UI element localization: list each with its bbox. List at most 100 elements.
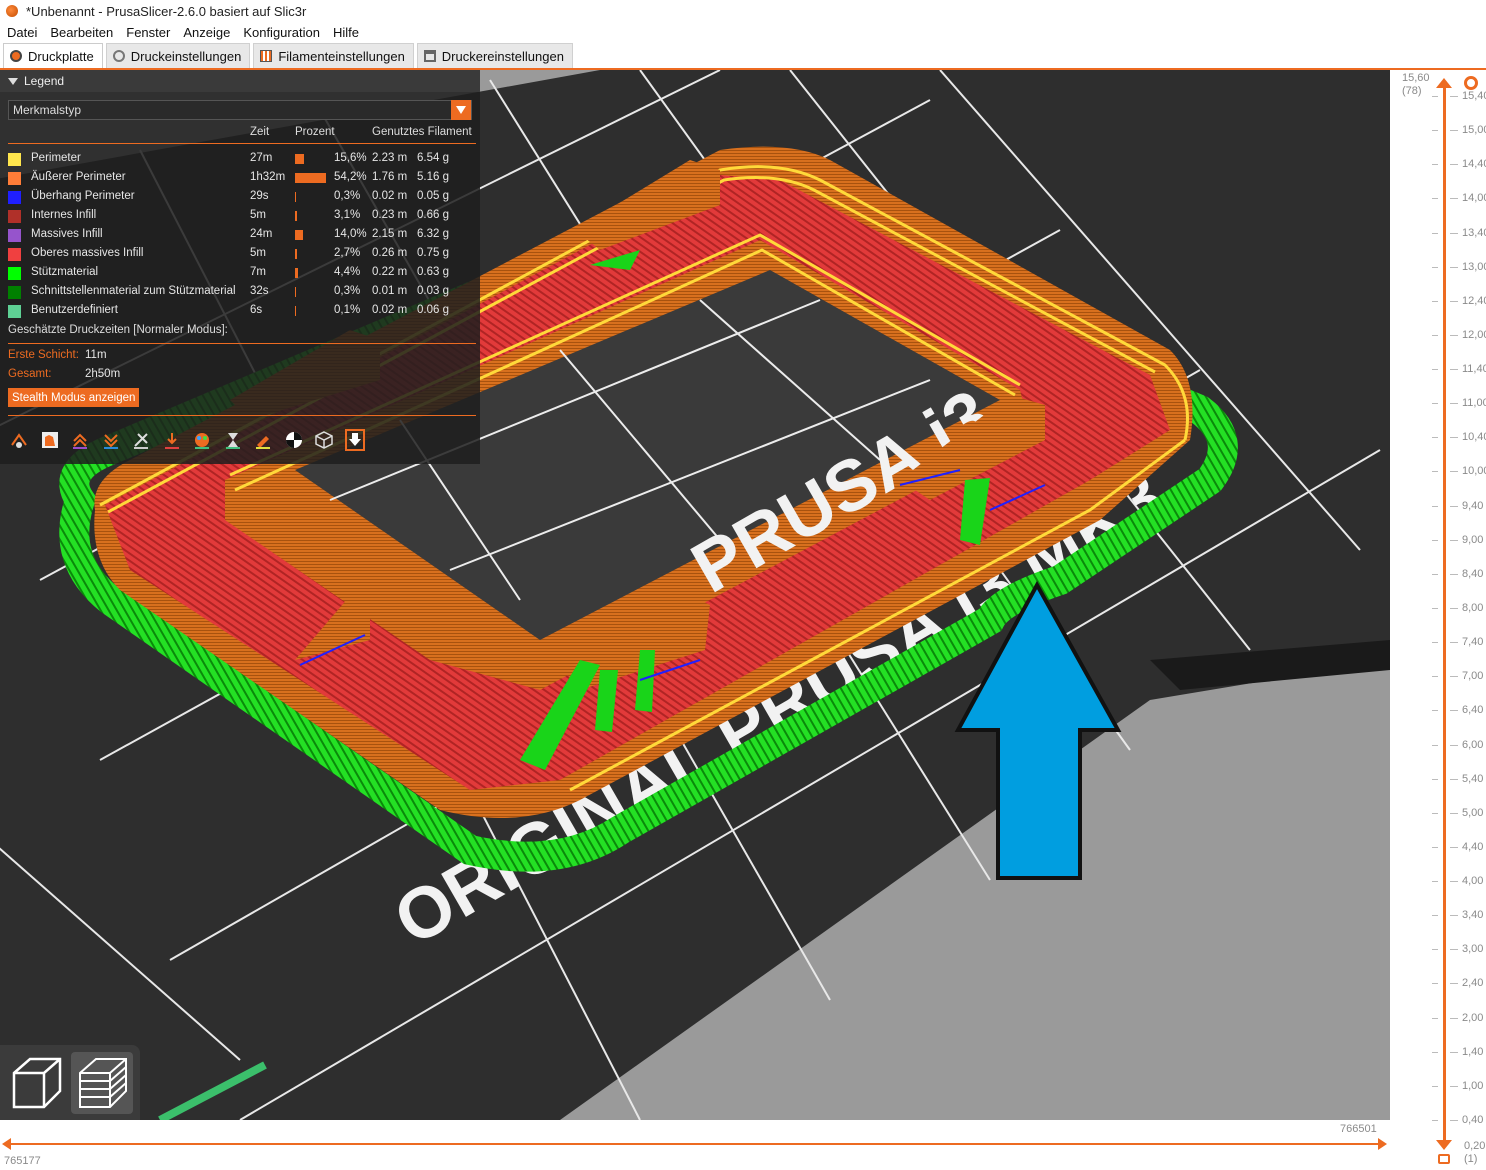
first-layer-value: 11m [85,349,107,361]
layer-slider[interactable]: 15,60 (78) 15,40 15,00 14,40 14,00 13,40 13,0… [1390,70,1486,1170]
menu-hilfe[interactable]: Hilfe [333,25,359,40]
filament-weight: 0.05 g [417,190,449,202]
settings-cog-icon[interactable] [1464,76,1478,90]
slider-top-thumb-icon[interactable] [1436,78,1452,88]
filament-weight: 0.66 g [417,209,449,221]
tab-druckeinstellungen[interactable]: Druckeinstellungen [105,43,251,68]
legend-header[interactable]: Legend [0,70,480,92]
tab-label: Druckereinstellungen [441,48,564,64]
layer-tick-mark [1432,266,1438,268]
legend-row[interactable]: Stützmaterial 7m 4,4% 0.22 m 0.63 g [8,264,478,283]
feature-time: 24m [250,228,273,240]
percent-bar [295,287,296,297]
color-swatch [8,229,21,242]
custom-gcode-icon[interactable] [252,429,274,451]
feature-name: Schnittstellenmaterial zum Stützmaterial [31,285,236,297]
filament-weight: 5.16 g [417,171,449,183]
legend-row[interactable]: Benutzerdefiniert 6s 0,1% 0.02 m 0.06 g [8,302,478,321]
wipe-icon[interactable] [39,429,61,451]
lock-icon[interactable] [1438,1154,1450,1164]
layer-tick-label: 7,00 [1462,670,1484,683]
layer-tick-mark [1432,369,1438,371]
layer-tick-mark [1432,608,1438,609]
tool-changes-icon[interactable] [161,429,183,451]
layer-tick-mark [1450,915,1458,917]
layer-tick-mark [1450,96,1458,97]
layer-tick-mark [1432,96,1438,97]
spool-icon [260,50,273,62]
legend-row[interactable]: Schnittstellenmaterial zum Stützmaterial… [8,283,478,302]
layer-tick-label: 14,00 [1462,192,1486,205]
percent-bar [295,211,297,221]
layer-tick-label: 11,00 [1462,397,1486,410]
layer-tick-label: 8,40 [1462,567,1484,580]
tool-marker-icon[interactable] [344,429,366,451]
layers-view-icon[interactable] [71,1051,133,1114]
slider-left-thumb-icon[interactable] [2,1138,11,1150]
legend-row[interactable]: Äußerer Perimeter 1h32m 54,2% 1.76 m 5.16 g [8,169,478,188]
tab-druckereinstellungen[interactable]: Druckereinstellungen [416,43,573,68]
header-filament: Genutztes Filament [372,126,472,138]
feature-time: 1h32m [250,171,286,183]
travel-icon[interactable] [8,429,30,451]
filament-weight: 0.63 g [417,266,449,278]
deretractions-icon[interactable] [100,429,122,451]
layer-tick-mark [1450,437,1458,439]
layer-tick-label: 12,40 [1462,294,1486,307]
percent-bar [295,230,303,240]
filament-weight: 6.54 g [417,152,449,164]
layer-slider-bottom-readout: 0,20 (1) [1464,1140,1485,1166]
legend-row[interactable]: Perimeter 27m 15,6% 2.23 m 6.54 g [8,150,478,169]
layer-tick-mark [1432,198,1438,200]
filament-length: 0.02 m [372,304,408,316]
layer-tick-mark [1450,232,1458,234]
slider-right-thumb-icon[interactable] [1378,1138,1387,1150]
layer-tick-label: 5,40 [1462,772,1484,785]
color-changes-icon[interactable] [191,429,213,451]
feature-name: Perimeter [31,152,81,164]
layer-tick-mark [1432,710,1438,712]
menu-bearbeiten[interactable]: Bearbeiten [50,25,113,40]
layer-tick-mark [1450,334,1458,336]
feature-time: 27m [250,152,273,164]
pause-prints-icon[interactable] [222,429,244,451]
layer-tick-label: 8,00 [1462,602,1484,614]
layer-tick-mark [1450,778,1458,780]
shells-icon[interactable] [313,429,335,451]
3d-view-icon[interactable] [5,1052,67,1114]
layer-tick-mark [1450,130,1458,132]
layer-tick-mark [1432,1017,1438,1019]
menu-fenster[interactable]: Fenster [126,25,170,40]
menu-anzeige[interactable]: Anzeige [183,25,230,40]
legend-title: Legend [24,74,65,88]
menu-datei[interactable]: Datei [7,25,37,40]
filament-length: 0.02 m [372,190,408,202]
menu-konfiguration[interactable]: Konfiguration [243,25,320,40]
move-slider[interactable]: 765177 766501 [0,1120,1390,1170]
center-of-gravity-icon[interactable] [283,429,305,451]
legend-row[interactable]: Oberes massives Infill 5m 2,7% 0.26 m 0.75 g [8,245,478,264]
layer-tick-mark [1450,1120,1458,1121]
color-swatch [8,248,21,261]
layer-tick-mark [1450,403,1458,405]
stealth-mode-button[interactable]: Stealth Modus anzeigen [8,388,140,407]
tab-druckplatte[interactable]: Druckplatte [3,43,103,68]
tab-filamenteinstellungen[interactable]: Filamenteinstellungen [253,43,414,68]
legend-row[interactable]: Massives Infill 24m 14,0% 2.15 m 6.32 g [8,226,478,245]
layer-tick-mark [1450,949,1458,951]
collapse-triangle-icon [8,77,18,85]
view-type-select[interactable]: Merkmalstyp [8,100,472,120]
feature-name: Massives Infill [31,228,103,240]
seams-icon[interactable] [130,429,152,451]
layer-tick-mark [1450,1085,1458,1087]
legend-row[interactable]: Internes Infill 5m 3,1% 0.23 m 0.66 g [8,207,478,226]
move-slider-left-value: 765177 [4,1155,41,1167]
move-slider-track[interactable] [8,1143,1384,1145]
retractions-icon[interactable] [69,429,91,451]
slider-bottom-thumb-icon[interactable] [1436,1140,1452,1150]
layer-tick-mark [1432,505,1438,507]
legend-row[interactable]: Überhang Perimeter 29s 0,3% 0.02 m 0.05 g [8,188,478,207]
layer-slider-track[interactable] [1443,84,1446,1144]
color-swatch [8,267,21,280]
first-layer-label: Erste Schicht: [8,349,79,361]
